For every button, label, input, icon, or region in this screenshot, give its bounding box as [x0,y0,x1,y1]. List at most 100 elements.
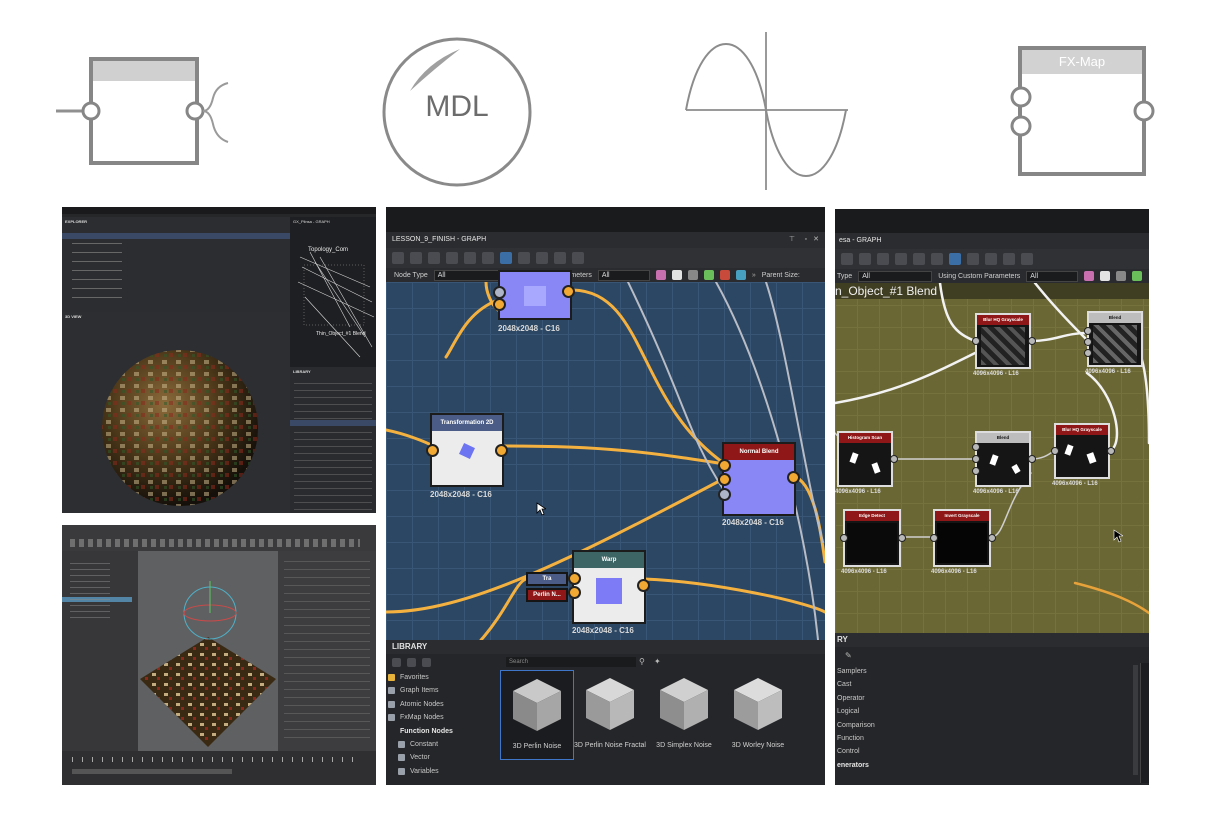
blend-node-1[interactable]: Blend [1087,311,1143,367]
invert-grayscale-node[interactable]: Invert Grayscale [933,509,991,567]
python-icon[interactable] [949,253,961,265]
library-tile-3d-simplex-noise[interactable]: 3D Simplex Noise [648,670,720,758]
graph-canvas[interactable]: 2048x2048 - C16 Transformation 2D 2048x2… [386,270,825,640]
transformation-2d-node[interactable]: Transformation 2D [430,413,504,487]
warp-input-1[interactable] [568,572,581,585]
transformation-2d-output[interactable] [495,444,508,457]
library-item-operator[interactable]: Operator [835,692,1131,705]
filter-white-icon[interactable] [1100,271,1111,281]
share-icon[interactable] [913,253,925,265]
port[interactable] [1084,349,1092,357]
rotate-icon[interactable] [536,252,548,264]
folder-icon[interactable] [392,657,401,667]
close-icon[interactable]: ✕ [813,232,819,248]
normal-blend-node[interactable]: Normal Blend [722,442,796,516]
library-item-fxmap-nodes[interactable]: FxMap Nodes [386,711,496,724]
camera-icon[interactable] [859,253,871,265]
library-item-variables[interactable]: Variables [386,765,496,778]
port[interactable] [1084,338,1092,346]
top-node[interactable] [498,270,572,320]
save-icon[interactable] [392,252,404,264]
top-node-input-2[interactable] [493,286,506,299]
filter-fx-icon[interactable] [719,270,730,280]
tools-icon[interactable] [554,252,566,264]
pin-icon[interactable]: ⊤ [789,232,795,248]
warp-input-2[interactable] [568,586,581,599]
normal-blend-input-2[interactable] [718,473,731,486]
library-tile-3d-perlin-noise-fractal[interactable]: 3D Perlin Noise Fractal [574,670,646,758]
normal-blend-output[interactable] [787,471,800,484]
layout-icon[interactable] [931,253,943,265]
layout-icon[interactable] [482,252,494,264]
transformation-2d-input[interactable] [426,444,439,457]
filter-drop-icon[interactable] [687,270,698,280]
library-item-atomic-nodes[interactable]: Atomic Nodes [386,698,496,711]
library-item-control[interactable]: Control [835,745,1131,758]
library-item-samplers[interactable]: Samplers [835,665,1131,678]
warp-node[interactable]: Warp [572,550,646,624]
histogram-scan-node[interactable]: Histogram Scan [837,431,893,487]
blur-hq-node-2[interactable]: Blur HQ Grayscale [1054,423,1110,479]
library-item-function-nodes[interactable]: Function Nodes [386,725,496,738]
perlin-node[interactable]: Perlin N... [526,588,568,602]
filter-icon[interactable]: ⚲ [639,657,645,666]
library-item-logical[interactable]: Logical [835,705,1131,718]
scrollbar[interactable] [1133,665,1138,775]
rotate-icon[interactable] [985,253,997,265]
edge-detect-node[interactable]: Edge Detect [843,509,901,567]
filter-drop-icon[interactable] [1116,271,1127,281]
export-icon[interactable] [1021,253,1033,265]
add-filter-icon[interactable]: ✦ [654,657,661,666]
library-tile-3d-perlin-noise[interactable]: 3D Perlin Noise [500,670,574,760]
filter-image-icon[interactable] [1084,271,1095,281]
library-item-graph-items[interactable]: Graph Items [386,684,496,697]
top-node-output[interactable] [562,285,575,298]
library-search-input[interactable]: Search [506,657,636,667]
port[interactable] [930,534,938,542]
blur-hq-node-1[interactable]: Blur HQ Grayscale [975,313,1031,369]
blend-node-2[interactable]: Blend [975,431,1031,487]
port[interactable] [972,467,980,475]
filter-graph-icon[interactable] [703,270,714,280]
info-icon[interactable] [877,253,889,265]
filter-graph-icon[interactable] [1132,271,1143,281]
share-icon[interactable] [464,252,476,264]
port[interactable] [1028,337,1036,345]
port[interactable] [988,534,996,542]
filter-white-icon[interactable] [671,270,682,280]
search-icon[interactable] [895,253,907,265]
library-item-generators[interactable]: enerators [835,759,1131,772]
align-icon[interactable] [518,252,530,264]
tools-icon[interactable] [1003,253,1015,265]
brush-icon[interactable]: ✎ [845,651,852,660]
port[interactable] [898,534,906,542]
right-node-type-select[interactable]: All [858,270,933,282]
refresh-icon[interactable] [407,657,416,667]
library-tile-3d-worley-noise[interactable]: 3D Worley Noise [722,670,794,758]
library-item-function[interactable]: Function [835,732,1131,745]
more-icon[interactable]: » [752,272,756,279]
normal-blend-input-3[interactable] [718,488,731,501]
port[interactable] [890,455,898,463]
port[interactable] [1084,327,1092,335]
search-icon[interactable] [446,252,458,264]
library-item-comparison[interactable]: Comparison [835,719,1131,732]
right-custom-params-select[interactable]: All [1026,270,1079,282]
normal-blend-input-1[interactable] [718,459,731,472]
library-item-cast[interactable]: Cast [835,678,1131,691]
restore-icon[interactable]: ▫ [805,232,807,248]
info-icon[interactable] [428,252,440,264]
brush-icon[interactable] [422,657,431,667]
align-icon[interactable] [967,253,979,265]
port[interactable] [972,455,980,463]
right-graph-canvas[interactable]: n_Object_#1 Blend Blur HQ Grayscale 4096… [835,283,1149,633]
port[interactable] [1028,455,1036,463]
port[interactable] [1051,447,1059,455]
port[interactable] [972,337,980,345]
library-item-vector[interactable]: Vector [386,751,496,764]
top-node-input[interactable] [493,298,506,311]
info-icon[interactable] [841,253,853,265]
filter-image-icon[interactable] [655,270,666,280]
node-type-select[interactable]: All [433,269,504,281]
export-icon[interactable] [572,252,584,264]
